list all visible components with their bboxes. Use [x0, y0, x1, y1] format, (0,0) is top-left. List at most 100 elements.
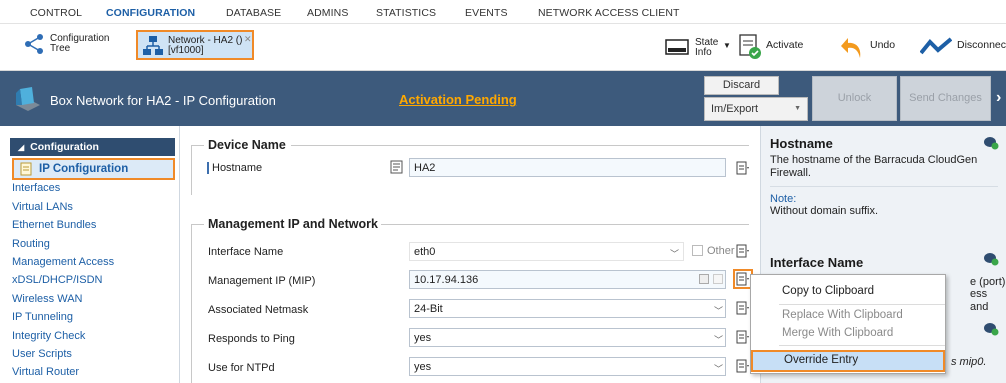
menu-control[interactable]: CONTROL	[30, 7, 82, 19]
activate-button[interactable]: Activate	[766, 39, 803, 51]
section-border	[191, 224, 192, 383]
clipboard-icon[interactable]	[735, 271, 751, 287]
nav-item-virtual-router[interactable]: Virtual Router	[12, 366, 79, 378]
box-network-icon	[16, 87, 40, 111]
nav-item-interfaces[interactable]: Interfaces	[12, 182, 60, 194]
nav-item-ip-configuration[interactable]: IP Configuration	[12, 158, 175, 180]
help-mip-fragment: s mip0.	[951, 356, 987, 368]
im-export-label: Im/Export	[711, 103, 759, 115]
help-interface-title: Interface Name	[770, 255, 864, 270]
expand-icon[interactable]: ›	[996, 89, 1001, 107]
discard-button[interactable]: Discard	[704, 76, 779, 95]
ip-calc-icon[interactable]	[699, 274, 709, 284]
management-ip-input[interactable]: 10.17.94.136	[409, 270, 726, 289]
state-info-label-2: Info	[695, 47, 712, 58]
ntpd-label: Use for NTPd	[208, 362, 275, 374]
chevron-down-icon: ﹀	[714, 306, 724, 316]
hostname-input[interactable]: HA2	[409, 158, 726, 177]
nav-item-xdsl-dhcp-isdn[interactable]: xDSL/DHCP/ISDN	[12, 274, 102, 286]
nav-item-routing[interactable]: Routing	[12, 238, 50, 250]
config-tree-label-2: Tree	[50, 43, 71, 54]
ping-select[interactable]: yes	[409, 328, 726, 347]
section-divider	[291, 145, 749, 146]
nav-item-management-access[interactable]: Management Access	[12, 256, 114, 268]
page-header: Box Network for HA2 - IP Configuration A…	[0, 71, 1006, 126]
im-export-button[interactable]: Im/Export ▼	[704, 97, 808, 121]
clipboard-icon[interactable]	[735, 160, 751, 176]
help-hostname-title: Hostname	[770, 136, 833, 151]
state-info-button[interactable]: State Info ▼	[665, 33, 737, 61]
main-menubar: CONTROL CONFIGURATION DATABASE ADMINS ST…	[0, 0, 1006, 24]
help-divider	[770, 186, 998, 187]
menu-database[interactable]: DATABASE	[226, 7, 281, 19]
network-icon	[143, 36, 163, 55]
add-help-icon[interactable]	[983, 136, 999, 150]
netmask-select[interactable]: 24-Bit	[409, 299, 726, 318]
help-note-text: Without domain suffix.	[770, 205, 879, 217]
document-icon	[20, 162, 32, 176]
collapse-triangle-icon: ◢	[18, 143, 25, 152]
section-divider	[381, 224, 749, 225]
config-tree-button[interactable]: Configuration Tree	[22, 31, 122, 59]
activate-icon	[739, 34, 761, 59]
section-divider	[191, 145, 204, 146]
clipboard-icon[interactable]	[735, 329, 751, 345]
nav-item-label: IP Configuration	[39, 163, 129, 175]
clipboard-icon[interactable]	[735, 243, 751, 259]
ntpd-select[interactable]: yes	[409, 357, 726, 376]
undo-button[interactable]: Undo	[870, 39, 895, 51]
add-help-icon[interactable]	[983, 252, 999, 266]
disconnect-button[interactable]: Disconnec	[957, 39, 1006, 51]
toolbar: Configuration Tree Network - HA2 () [vf1…	[0, 24, 1006, 71]
page-title: Box Network for HA2 - IP Configuration	[50, 93, 276, 108]
disconnect-icon	[920, 37, 952, 55]
menu-merge-with-clipboard[interactable]: Merge With Clipboard	[751, 323, 945, 345]
chevron-down-icon: ▼	[794, 105, 801, 112]
menu-configuration[interactable]: CONFIGURATION	[106, 7, 195, 19]
state-info-icon	[665, 39, 689, 55]
configuration-tree-icon	[25, 34, 43, 54]
clipboard-icon[interactable]	[735, 358, 751, 374]
ip-clear-icon[interactable]	[713, 274, 723, 284]
nav-item-user-scripts[interactable]: User Scripts	[12, 348, 72, 360]
close-tab-icon[interactable]: ✕	[244, 34, 252, 45]
chevron-down-icon: ▼	[723, 41, 731, 50]
nav-item-virtual-lans[interactable]: Virtual LANs	[12, 201, 73, 213]
nav-item-ip-tunneling[interactable]: IP Tunneling	[12, 311, 73, 323]
menu-events[interactable]: EVENTS	[465, 7, 508, 19]
section-border	[191, 145, 192, 195]
nav-item-integrity-check[interactable]: Integrity Check	[12, 330, 85, 342]
nav-item-ethernet-bundles[interactable]: Ethernet Bundles	[12, 219, 96, 231]
nav-section-label: Configuration	[30, 141, 99, 153]
left-navigation: ◢ Configuration IP Configuration Interfac…	[0, 126, 180, 383]
menu-separator	[779, 345, 945, 346]
menu-admins[interactable]: ADMINS	[307, 7, 348, 19]
menu-override-entry[interactable]: Override Entry	[751, 350, 945, 372]
send-changes-button[interactable]: Send Changes	[900, 76, 991, 121]
menu-statistics[interactable]: STATISTICS	[376, 7, 436, 19]
other-checkbox[interactable]	[692, 245, 703, 256]
menu-copy-to-clipboard[interactable]: Copy to Clipboard	[751, 281, 945, 303]
device-name-section-title: Device Name	[208, 138, 286, 152]
interface-name-label: Interface Name	[208, 246, 284, 258]
activation-pending-link[interactable]: Activation Pending	[399, 92, 517, 107]
clipboard-icon[interactable]	[735, 300, 751, 316]
chevron-down-icon: ﹀	[670, 249, 680, 259]
section-divider	[191, 224, 204, 225]
network-tab-label-2: [vf1000]	[168, 45, 204, 56]
interface-name-select[interactable]: eth0	[409, 242, 684, 261]
ping-label: Responds to Ping	[208, 333, 295, 345]
nav-item-wireless-wan[interactable]: Wireless WAN	[12, 293, 82, 305]
unlock-button[interactable]: Unlock	[812, 76, 897, 121]
hostname-icon	[390, 160, 403, 174]
add-help-icon[interactable]	[983, 322, 999, 336]
undo-icon	[841, 38, 861, 58]
management-ip-label: Management IP (MIP)	[208, 275, 316, 287]
config-form: Device Name Hostname HA2 Management IP a…	[181, 126, 759, 383]
nav-section-header[interactable]: ◢ Configuration	[10, 138, 175, 156]
network-tab[interactable]: Network - HA2 () [vf1000] ✕	[136, 30, 254, 60]
netmask-label: Associated Netmask	[208, 304, 309, 316]
menu-network-access-client[interactable]: NETWORK ACCESS CLIENT	[538, 7, 680, 19]
chevron-down-icon: ﹀	[714, 335, 724, 345]
clipboard-context-menu: Copy to Clipboard Replace With Clipboard…	[750, 274, 946, 374]
